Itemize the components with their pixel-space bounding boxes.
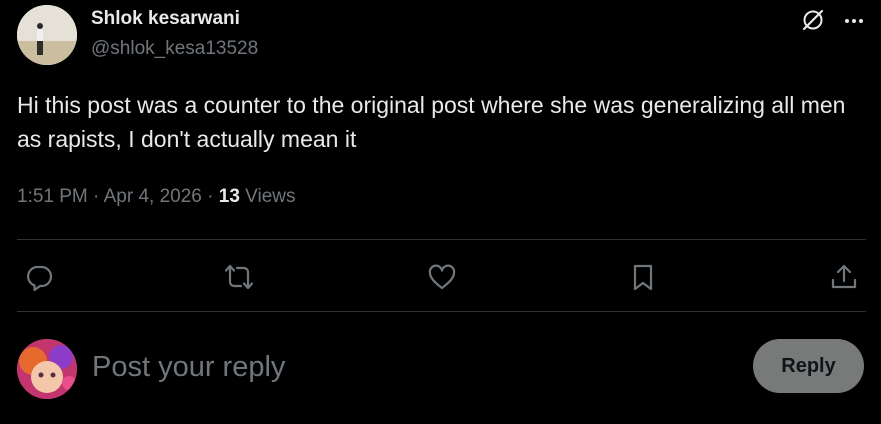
post-time[interactable]: 1:51 PM (17, 186, 88, 207)
user-avatar[interactable] (17, 339, 77, 399)
author-avatar[interactable] (17, 5, 77, 65)
divider (17, 239, 866, 240)
repost-icon (224, 264, 254, 290)
views-label: Views (245, 186, 296, 207)
like-icon (428, 264, 456, 290)
meta-separator: · (93, 186, 100, 207)
post-detail: Shlok kesarwani @shlok_kesa13528 Hi this… (0, 0, 881, 424)
author-handle[interactable]: @shlok_kesa13528 (91, 38, 258, 60)
share-action-button[interactable] (829, 262, 859, 292)
post-date[interactable]: Apr 4, 2026 (104, 186, 202, 207)
grok-icon[interactable] (799, 6, 827, 34)
reply-button[interactable]: Reply (753, 339, 864, 393)
post-meta: 1:51 PM · Apr 4, 2026 · 13 Views (17, 186, 296, 208)
repost-action-button[interactable] (224, 262, 254, 292)
reply-icon (27, 265, 53, 292)
post-text: Hi this post was a counter to the origin… (17, 92, 846, 152)
reply-input[interactable] (92, 344, 732, 390)
bookmark-icon (633, 264, 653, 291)
like-action-button[interactable] (427, 262, 457, 292)
share-icon (831, 264, 857, 289)
reply-action-button[interactable] (24, 262, 54, 292)
more-icon[interactable] (840, 6, 868, 34)
bookmark-action-button[interactable] (628, 262, 658, 292)
meta-separator: · (207, 186, 214, 207)
author-display-name[interactable]: Shlok kesarwani (91, 8, 240, 30)
divider (17, 311, 866, 312)
views-count: 13 (218, 186, 240, 207)
